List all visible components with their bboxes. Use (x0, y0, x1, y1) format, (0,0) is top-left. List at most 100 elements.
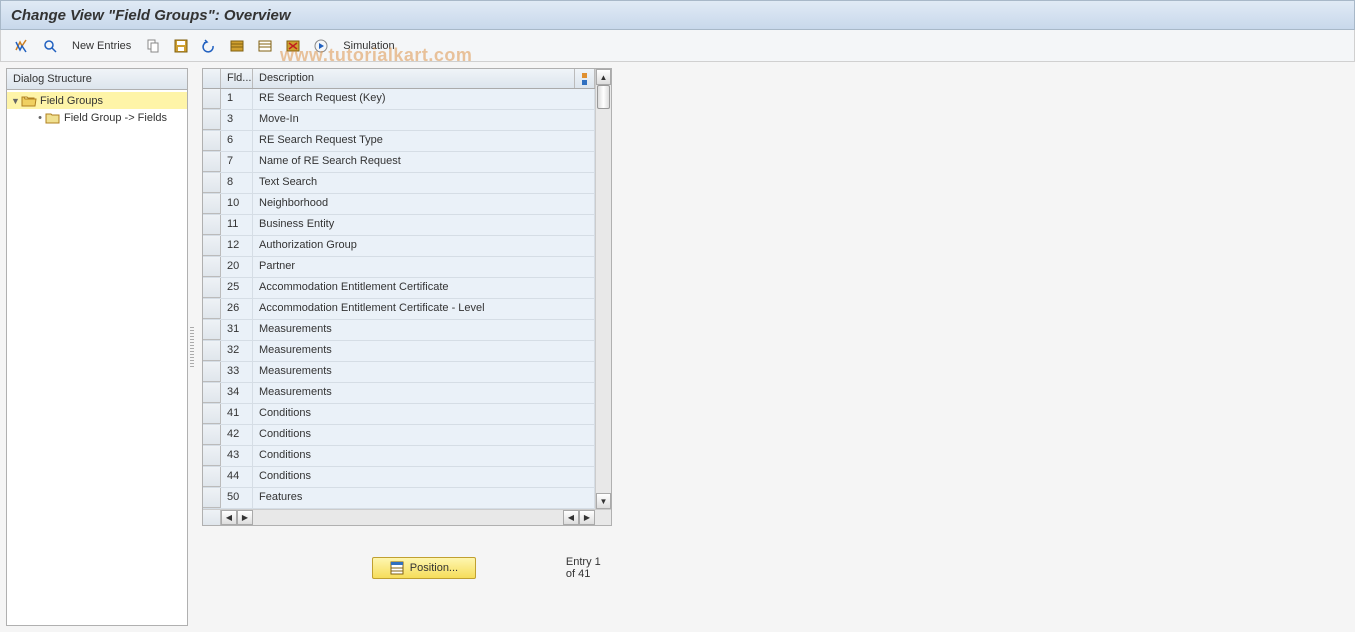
row-selector[interactable] (203, 362, 221, 382)
table-row[interactable]: 12Authorization Group (203, 236, 595, 257)
grid-header-desc[interactable]: Description (253, 69, 575, 88)
cell-fld[interactable]: 44 (221, 467, 253, 487)
cell-fld[interactable]: 11 (221, 215, 253, 235)
table-row[interactable]: 44Conditions (203, 467, 595, 488)
row-selector[interactable] (203, 215, 221, 235)
cell-desc[interactable]: Accommodation Entitlement Certificate (253, 278, 595, 298)
row-selector[interactable] (203, 341, 221, 361)
table-row[interactable]: 31Measurements (203, 320, 595, 341)
cell-desc[interactable]: Text Search (253, 173, 595, 193)
execute-icon[interactable] (308, 35, 334, 57)
position-button[interactable]: Position... (372, 557, 476, 579)
cell-fld[interactable]: 20 (221, 257, 253, 277)
cell-desc[interactable]: Features (253, 488, 595, 508)
cell-fld[interactable]: 41 (221, 404, 253, 424)
scroll-up-icon[interactable]: ▲ (596, 69, 611, 85)
table-row[interactable]: 41Conditions (203, 404, 595, 425)
cell-fld[interactable]: 6 (221, 131, 253, 151)
toggle-display-icon[interactable] (9, 35, 35, 57)
copy-icon[interactable] (140, 35, 166, 57)
cell-desc[interactable]: Accommodation Entitlement Certificate - … (253, 299, 595, 319)
cell-desc[interactable]: Conditions (253, 467, 595, 487)
row-selector[interactable] (203, 110, 221, 130)
cell-desc[interactable]: Measurements (253, 383, 595, 403)
row-selector[interactable] (203, 404, 221, 424)
row-selector[interactable] (203, 425, 221, 445)
splitter-handle[interactable] (190, 327, 194, 367)
cell-desc[interactable]: Name of RE Search Request (253, 152, 595, 172)
cell-fld[interactable]: 34 (221, 383, 253, 403)
grid-header-fld[interactable]: Fld... (221, 69, 253, 88)
cell-fld[interactable]: 1 (221, 89, 253, 109)
tree-expand-icon[interactable]: ▼ (11, 96, 21, 106)
row-selector[interactable] (203, 257, 221, 277)
vertical-scrollbar[interactable]: ▲ ▼ (595, 69, 611, 509)
scroll-right-icon[interactable]: ▶ (237, 510, 253, 525)
row-selector[interactable] (203, 236, 221, 256)
cell-desc[interactable]: Partner (253, 257, 595, 277)
horizontal-scrollbar[interactable]: ◀ ▶ ◀ ▶ (203, 509, 611, 525)
row-selector[interactable] (203, 488, 221, 508)
cell-desc[interactable]: Conditions (253, 425, 595, 445)
tree-node-field-groups[interactable]: ▼ Field Groups (7, 92, 187, 109)
cell-fld[interactable]: 8 (221, 173, 253, 193)
cell-fld[interactable]: 12 (221, 236, 253, 256)
cell-fld[interactable]: 3 (221, 110, 253, 130)
row-selector[interactable] (203, 383, 221, 403)
scroll-down-icon[interactable]: ▼ (596, 493, 611, 509)
table-row[interactable]: 42Conditions (203, 425, 595, 446)
table-row[interactable]: 3Move-In (203, 110, 595, 131)
row-selector[interactable] (203, 299, 221, 319)
scroll-left-icon[interactable]: ◀ (221, 510, 237, 525)
grid-config-icon[interactable] (575, 69, 595, 88)
cell-desc[interactable]: RE Search Request Type (253, 131, 595, 151)
table-row[interactable]: 43Conditions (203, 446, 595, 467)
simulation-button[interactable]: Simulation (336, 35, 401, 57)
cell-fld[interactable]: 32 (221, 341, 253, 361)
undo-icon[interactable] (196, 35, 222, 57)
new-entries-button[interactable]: New Entries (65, 35, 138, 57)
row-selector[interactable] (203, 131, 221, 151)
cell-fld[interactable]: 31 (221, 320, 253, 340)
delete-icon[interactable] (280, 35, 306, 57)
row-selector[interactable] (203, 467, 221, 487)
cell-desc[interactable]: Authorization Group (253, 236, 595, 256)
cell-fld[interactable]: 50 (221, 488, 253, 508)
tree-node-field-group-fields[interactable]: • Field Group -> Fields (7, 109, 187, 126)
row-selector[interactable] (203, 173, 221, 193)
find-icon[interactable] (37, 35, 63, 57)
cell-desc[interactable]: Conditions (253, 404, 595, 424)
scroll-track[interactable] (596, 85, 611, 493)
table-row[interactable]: 50Features (203, 488, 595, 509)
table-row[interactable]: 32Measurements (203, 341, 595, 362)
table-row[interactable]: 1RE Search Request (Key) (203, 89, 595, 110)
row-selector[interactable] (203, 446, 221, 466)
row-selector[interactable] (203, 320, 221, 340)
cell-desc[interactable]: Conditions (253, 446, 595, 466)
row-selector[interactable] (203, 194, 221, 214)
cell-desc[interactable]: Neighborhood (253, 194, 595, 214)
table-row[interactable]: 6RE Search Request Type (203, 131, 595, 152)
table-row[interactable]: 11Business Entity (203, 215, 595, 236)
cell-fld[interactable]: 26 (221, 299, 253, 319)
row-selector[interactable] (203, 152, 221, 172)
cell-desc[interactable]: Measurements (253, 341, 595, 361)
cell-fld[interactable]: 33 (221, 362, 253, 382)
select-all-icon[interactable] (224, 35, 250, 57)
cell-desc[interactable]: Measurements (253, 320, 595, 340)
table-row[interactable]: 7Name of RE Search Request (203, 152, 595, 173)
table-row[interactable]: 26Accommodation Entitlement Certificate … (203, 299, 595, 320)
scroll-thumb[interactable] (597, 85, 610, 109)
table-row[interactable]: 33Measurements (203, 362, 595, 383)
table-row[interactable]: 25Accommodation Entitlement Certificate (203, 278, 595, 299)
grid-header-select[interactable] (203, 69, 221, 88)
table-row[interactable]: 8Text Search (203, 173, 595, 194)
cell-desc[interactable]: Business Entity (253, 215, 595, 235)
cell-desc[interactable]: Measurements (253, 362, 595, 382)
deselect-all-icon[interactable] (252, 35, 278, 57)
table-row[interactable]: 20Partner (203, 257, 595, 278)
table-row[interactable]: 10Neighborhood (203, 194, 595, 215)
row-selector[interactable] (203, 89, 221, 109)
cell-desc[interactable]: Move-In (253, 110, 595, 130)
save-icon[interactable] (168, 35, 194, 57)
